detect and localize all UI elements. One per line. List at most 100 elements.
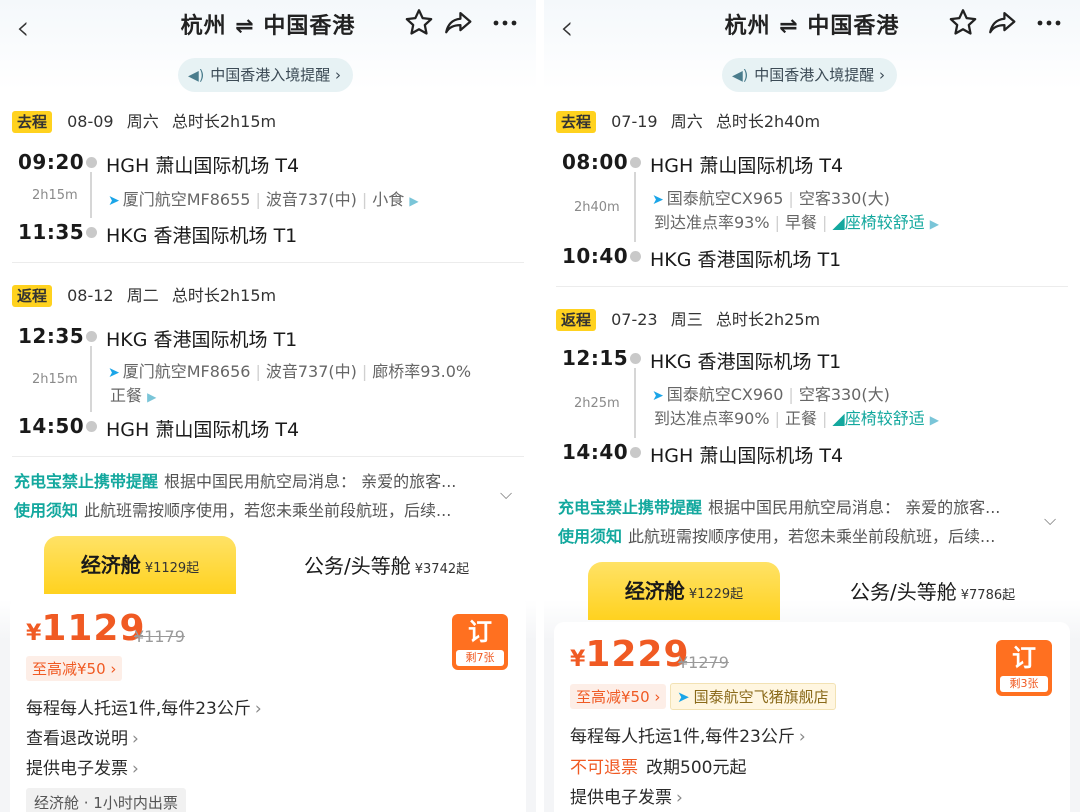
outbound-badge: 去程 — [12, 111, 53, 133]
divider — [12, 262, 524, 263]
megaphone-icon: ◀) — [732, 68, 749, 84]
tab-business[interactable]: 公务/头等舱 ¥3742起 — [304, 550, 469, 579]
megaphone-icon: ◀) — [188, 68, 205, 84]
timeline-dot — [630, 251, 641, 262]
seat-comfort: ◢座椅较舒适 — [832, 213, 925, 232]
flight-meta: ➤ 厦门航空MF8656 | 波音737(中) | 廊桥率93.0% — [108, 362, 472, 381]
flight-duration: 2h15m — [32, 188, 78, 203]
arr-airport: HGH 萧山国际机场 T4 — [650, 445, 844, 467]
arr-airport: HGH 萧山国际机场 T4 — [106, 419, 300, 441]
tab-business[interactable]: 公务/头等舱 ¥7786起 — [850, 576, 1015, 605]
dep-airport: HGH 萧山国际机场 T4 — [650, 155, 844, 177]
promo-badge[interactable]: 至高减¥50 › — [570, 684, 667, 709]
flagship-store-badge[interactable]: ➤ 国泰航空飞猪旗舰店 — [670, 683, 836, 710]
dep-time: 12:15 — [562, 346, 629, 370]
share-icon[interactable] — [986, 6, 1020, 40]
outbound-header: 去程 07-19 周六 总时长2h40m — [556, 108, 821, 133]
inbound-header: 返程 07-23 周三 总时长2h25m — [556, 306, 821, 331]
original-price: ¥1279 — [678, 653, 729, 672]
timeline-line — [90, 172, 92, 218]
refund-rules[interactable]: 不可退票 改期500元起 — [570, 753, 746, 778]
star-icon[interactable] — [946, 6, 980, 40]
inbound-badge: 返程 — [12, 285, 53, 307]
ticketing-chip: 经济舱 · 1小时内出票 — [26, 788, 186, 812]
inbound-total: 总时长2h15m — [171, 286, 277, 305]
more-icon[interactable] — [488, 6, 522, 40]
timeline-line — [634, 368, 636, 438]
dep-time: 08:00 — [562, 150, 629, 174]
outbound-badge: 去程 — [556, 111, 597, 133]
usage-tip[interactable]: 使用须知 此航班需按顺序使用，若您未乘坐前段航班，后续... — [558, 523, 995, 547]
expand-arrow-icon[interactable]: ▶ — [930, 217, 939, 231]
invoice-info[interactable]: 提供电子发票 › — [570, 783, 683, 808]
outbound-weekday: 周六 — [126, 112, 159, 131]
chevron-down-icon[interactable]: ⌵ — [500, 484, 512, 504]
timeline-line — [634, 172, 636, 242]
price: ¥1129 — [26, 608, 146, 649]
flight-meta: ➤ 厦门航空MF8655 | 波音737(中) | 小食 ▶ — [108, 190, 419, 209]
outbound-date: 07-19 — [611, 112, 658, 131]
timeline-dot — [630, 447, 641, 458]
outbound-total: 总时长2h40m — [715, 112, 821, 131]
flight-meal: 正餐 ▶ — [110, 386, 157, 405]
expand-arrow-icon[interactable]: ▶ — [147, 390, 156, 404]
more-icon[interactable] — [1032, 6, 1066, 40]
flight-meta: ➤ 国泰航空CX965 | 空客330(大) — [652, 189, 890, 208]
flight-duration: 2h15m — [32, 372, 78, 387]
inbound-total: 总时长2h25m — [715, 310, 821, 329]
inbound-weekday: 周二 — [126, 286, 159, 305]
book-button[interactable]: 订剩3张 — [996, 640, 1052, 696]
flight-extra: 到达准点率93% | 早餐 | ◢座椅较舒适 ▶ — [654, 213, 940, 232]
arr-airport: HKG 香港国际机场 T1 — [106, 225, 298, 247]
flight-meta: ➤ 国泰航空CX960 | 空客330(大) — [652, 385, 890, 404]
flight-extra: 到达准点率90% | 正餐 | ◢座椅较舒适 ▶ — [654, 409, 940, 428]
arr-time: 14:40 — [562, 440, 629, 464]
timeline-line — [90, 346, 92, 412]
book-button[interactable]: 订剩7张 — [452, 614, 508, 670]
invoice-info[interactable]: 提供电子发票 › — [26, 754, 139, 779]
inbound-weekday: 周三 — [670, 310, 703, 329]
inbound-badge: 返程 — [556, 309, 597, 331]
expand-arrow-icon[interactable]: ▶ — [409, 194, 418, 208]
dep-time: 09:20 — [18, 150, 85, 174]
dep-airport: HKG 香港国际机场 T1 — [106, 329, 298, 351]
timeline-dot — [86, 227, 97, 238]
share-icon[interactable] — [442, 6, 476, 40]
dep-airport: HKG 香港国际机场 T1 — [650, 351, 842, 373]
outbound-date: 08-09 — [67, 112, 114, 131]
airline-logo-icon: ➤ — [652, 192, 664, 208]
timeline-dot — [630, 157, 641, 168]
dep-airport: HGH 萧山国际机场 T4 — [106, 155, 300, 177]
dep-time: 12:35 — [18, 324, 85, 348]
chevron-down-icon[interactable]: ⌵ — [1044, 510, 1056, 530]
tab-economy[interactable]: 经济舱 ¥1229起 — [588, 562, 780, 620]
arr-airport: HKG 香港国际机场 T1 — [650, 249, 842, 271]
powerbank-tip[interactable]: 充电宝禁止携带提醒 根据中国民用航空局消息： 亲爱的旅客... — [558, 494, 1000, 518]
outbound-total: 总时长2h15m — [171, 112, 277, 131]
baggage-info[interactable]: 每程每人托运1件,每件23公斤 › — [26, 694, 262, 719]
usage-tip[interactable]: 使用须知 此航班需按顺序使用，若您未乘坐前段航班，后续... — [14, 497, 451, 521]
inbound-header: 返程 08-12 周二 总时长2h15m — [12, 282, 277, 307]
arr-time: 10:40 — [562, 244, 629, 268]
price: ¥1229 — [570, 634, 690, 675]
promo-badge[interactable]: 至高减¥50 › — [26, 656, 123, 681]
tab-economy[interactable]: 经济舱 ¥1129起 — [44, 536, 236, 594]
airline-logo-icon: ➤ — [652, 388, 664, 404]
timeline-dot — [86, 421, 97, 432]
timeline-dot — [86, 331, 97, 342]
entry-notice[interactable]: ◀) 中国香港入境提醒 › — [722, 58, 898, 92]
expand-arrow-icon[interactable]: ▶ — [930, 413, 939, 427]
powerbank-tip[interactable]: 充电宝禁止携带提醒 根据中国民用航空局消息： 亲爱的旅客... — [14, 468, 456, 492]
airline-logo-icon: ➤ — [108, 365, 120, 381]
baggage-info[interactable]: 每程每人托运1件,每件23公斤 › — [570, 722, 806, 747]
refund-rules-link[interactable]: 查看退改说明 › — [26, 724, 139, 749]
star-icon[interactable] — [402, 6, 436, 40]
outbound-weekday: 周六 — [670, 112, 703, 131]
airline-logo-icon: ➤ — [677, 688, 690, 706]
arr-time: 11:35 — [18, 220, 85, 244]
inbound-date: 08-12 — [67, 286, 114, 305]
flight-duration: 2h25m — [574, 396, 620, 411]
arr-time: 14:50 — [18, 414, 85, 438]
flight-duration: 2h40m — [574, 200, 620, 215]
entry-notice[interactable]: ◀) 中国香港入境提醒 › — [178, 58, 354, 92]
